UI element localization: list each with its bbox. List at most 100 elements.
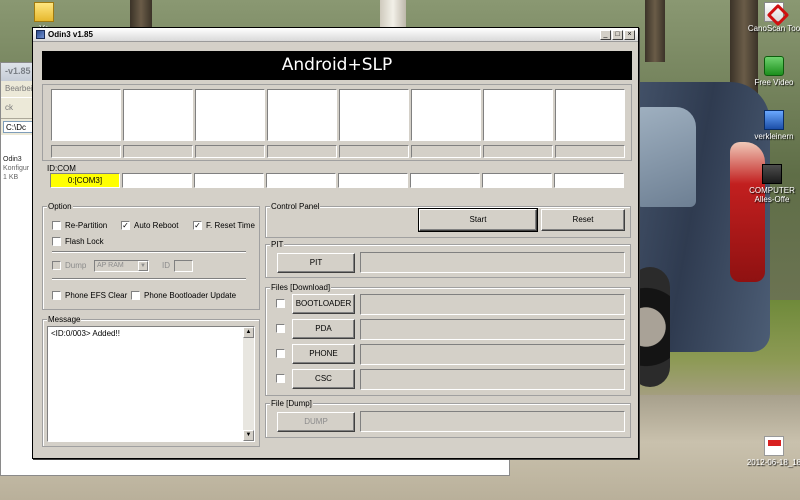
port-progress bbox=[195, 145, 265, 158]
pit-button[interactable]: PIT bbox=[277, 253, 355, 273]
odin-titlebar[interactable]: Odin3 v1.85 _ □ × bbox=[33, 28, 638, 42]
port-slot bbox=[339, 89, 409, 141]
window-controls: _ □ × bbox=[600, 29, 635, 40]
checkbox-box bbox=[52, 291, 61, 300]
desktop-icon-canoscan[interactable]: CanoScan Too bbox=[742, 2, 800, 33]
canoscan-icon bbox=[764, 2, 784, 22]
f-reset-time-label: F. Reset Time bbox=[206, 221, 255, 230]
pda-checkbox[interactable] bbox=[276, 324, 289, 333]
checkmark-icon: ✓ bbox=[193, 221, 202, 230]
bootloader-file-path[interactable] bbox=[360, 294, 625, 315]
pda-file-path[interactable] bbox=[360, 319, 625, 340]
files-download-title: Files [Download] bbox=[270, 283, 332, 292]
port-slot bbox=[195, 89, 265, 141]
scroll-down-icon[interactable]: ▼ bbox=[243, 430, 254, 441]
phone-efs-clear-checkbox[interactable]: Phone EFS Clear bbox=[52, 291, 127, 300]
re-partition-checkbox[interactable]: Re-Partition bbox=[52, 221, 107, 230]
checkmark-icon: ✓ bbox=[121, 221, 130, 230]
scroll-up-icon[interactable]: ▲ bbox=[243, 327, 254, 338]
phone-checkbox[interactable] bbox=[276, 349, 289, 358]
start-button[interactable]: Start bbox=[418, 208, 538, 232]
port-progress bbox=[123, 145, 193, 158]
chevron-down-icon: ▼ bbox=[138, 261, 148, 271]
desktop-icon-verkleinern[interactable]: verkleinern bbox=[742, 110, 800, 141]
pda-button[interactable]: PDA bbox=[292, 319, 355, 339]
auto-reboot-checkbox[interactable]: ✓ Auto Reboot bbox=[121, 221, 178, 230]
desktop-icon-label: verkleinern bbox=[754, 132, 794, 141]
odin-title: Odin3 v1.85 bbox=[48, 30, 93, 39]
desktop-icon-label: CanoScan Too bbox=[747, 24, 800, 33]
dump-file-path[interactable] bbox=[360, 411, 625, 432]
dump-id-field[interactable] bbox=[174, 260, 193, 272]
dump-button[interactable]: DUMP bbox=[277, 412, 355, 432]
minimize-button[interactable]: _ bbox=[600, 29, 611, 40]
id-com-port-active: 0:[COM3] bbox=[50, 173, 120, 188]
port-slot bbox=[483, 89, 553, 141]
option-divider bbox=[52, 251, 246, 253]
id-com-port bbox=[554, 173, 624, 188]
id-com-port bbox=[338, 173, 408, 188]
option-group-title: Option bbox=[47, 202, 73, 211]
checkbox-box bbox=[276, 299, 285, 308]
checkbox-box bbox=[52, 237, 61, 246]
reset-button[interactable]: Reset bbox=[541, 209, 625, 231]
pdf-icon bbox=[764, 436, 784, 456]
port-slot bbox=[555, 89, 625, 141]
bootloader-button[interactable]: BOOTLOADER bbox=[292, 294, 355, 314]
phone-button[interactable]: PHONE bbox=[292, 344, 355, 364]
computer-icon bbox=[762, 164, 782, 184]
id-com-port bbox=[266, 173, 336, 188]
odin-window: Odin3 v1.85 _ □ × Android+SLP ID:COM 0:[… bbox=[32, 27, 639, 459]
dump-label: Dump bbox=[65, 261, 87, 270]
explorer-file-item[interactable]: Odin3 Konfigur 1 KB bbox=[1, 153, 35, 473]
tree-trunk bbox=[645, 0, 665, 62]
pit-file-path[interactable] bbox=[360, 252, 625, 273]
close-button[interactable]: × bbox=[624, 29, 635, 40]
message-log[interactable]: <ID:0/003> Added!! ▲ ▼ bbox=[47, 326, 255, 442]
port-progress bbox=[267, 145, 337, 158]
desktop-icon-pdf[interactable]: 2012-06-18_18 bbox=[742, 436, 800, 467]
port-slots-panel bbox=[42, 84, 632, 161]
phone-bootloader-update-checkbox[interactable]: Phone Bootloader Update bbox=[131, 291, 236, 300]
checkbox-box bbox=[276, 349, 285, 358]
desktop-icon-label: 2012-06-18_18 bbox=[746, 458, 800, 467]
phone-efs-clear-label: Phone EFS Clear bbox=[65, 291, 128, 300]
id-com-label: ID:COM bbox=[47, 164, 76, 173]
flash-lock-checkbox[interactable]: Flash Lock bbox=[52, 237, 104, 246]
desktop-icon-computer[interactable]: COMPUTER Alles-Offe bbox=[742, 164, 800, 204]
port-slot bbox=[51, 89, 121, 141]
f-reset-time-checkbox[interactable]: ✓ F. Reset Time bbox=[193, 221, 255, 230]
bootloader-checkbox[interactable] bbox=[276, 299, 289, 308]
file-name: Odin3 bbox=[3, 156, 22, 163]
birch-trunk bbox=[380, 0, 406, 30]
phone-file-path[interactable] bbox=[360, 344, 625, 365]
message-scrollbar[interactable]: ▲ ▼ bbox=[243, 327, 254, 441]
port-slot bbox=[123, 89, 193, 141]
device-banner: Android+SLP bbox=[42, 51, 632, 80]
car-window bbox=[636, 107, 696, 207]
desktop-icon-label: Free Video bbox=[754, 78, 794, 87]
port-progress-bars bbox=[51, 145, 625, 158]
file-type: Konfigur bbox=[3, 165, 30, 172]
phone-bootloader-update-label: Phone Bootloader Update bbox=[144, 291, 237, 300]
csc-file-path[interactable] bbox=[360, 369, 625, 390]
checkbox-box bbox=[131, 291, 140, 300]
dump-target-select[interactable]: AP RAM ▼ bbox=[94, 260, 149, 272]
dump-checkbox[interactable]: Dump bbox=[52, 261, 86, 270]
csc-checkbox[interactable] bbox=[276, 374, 289, 383]
checkbox-box bbox=[52, 221, 61, 230]
control-panel-title: Control Panel bbox=[270, 202, 321, 211]
maximize-button[interactable]: □ bbox=[612, 29, 623, 40]
file-size: 1 KB bbox=[3, 174, 19, 181]
auto-reboot-label: Auto Reboot bbox=[134, 221, 179, 230]
port-progress bbox=[339, 145, 409, 158]
folder-icon bbox=[34, 2, 54, 22]
desktop-icon-free-video[interactable]: Free Video bbox=[742, 56, 800, 87]
csc-button[interactable]: CSC bbox=[292, 369, 355, 389]
video-icon bbox=[764, 56, 784, 76]
port-progress bbox=[483, 145, 553, 158]
id-com-fields: 0:[COM3] bbox=[50, 173, 624, 188]
message-text: <ID:0/003> Added!! bbox=[51, 329, 120, 338]
port-progress bbox=[411, 145, 481, 158]
file-dump-title: File [Dump] bbox=[270, 399, 313, 408]
